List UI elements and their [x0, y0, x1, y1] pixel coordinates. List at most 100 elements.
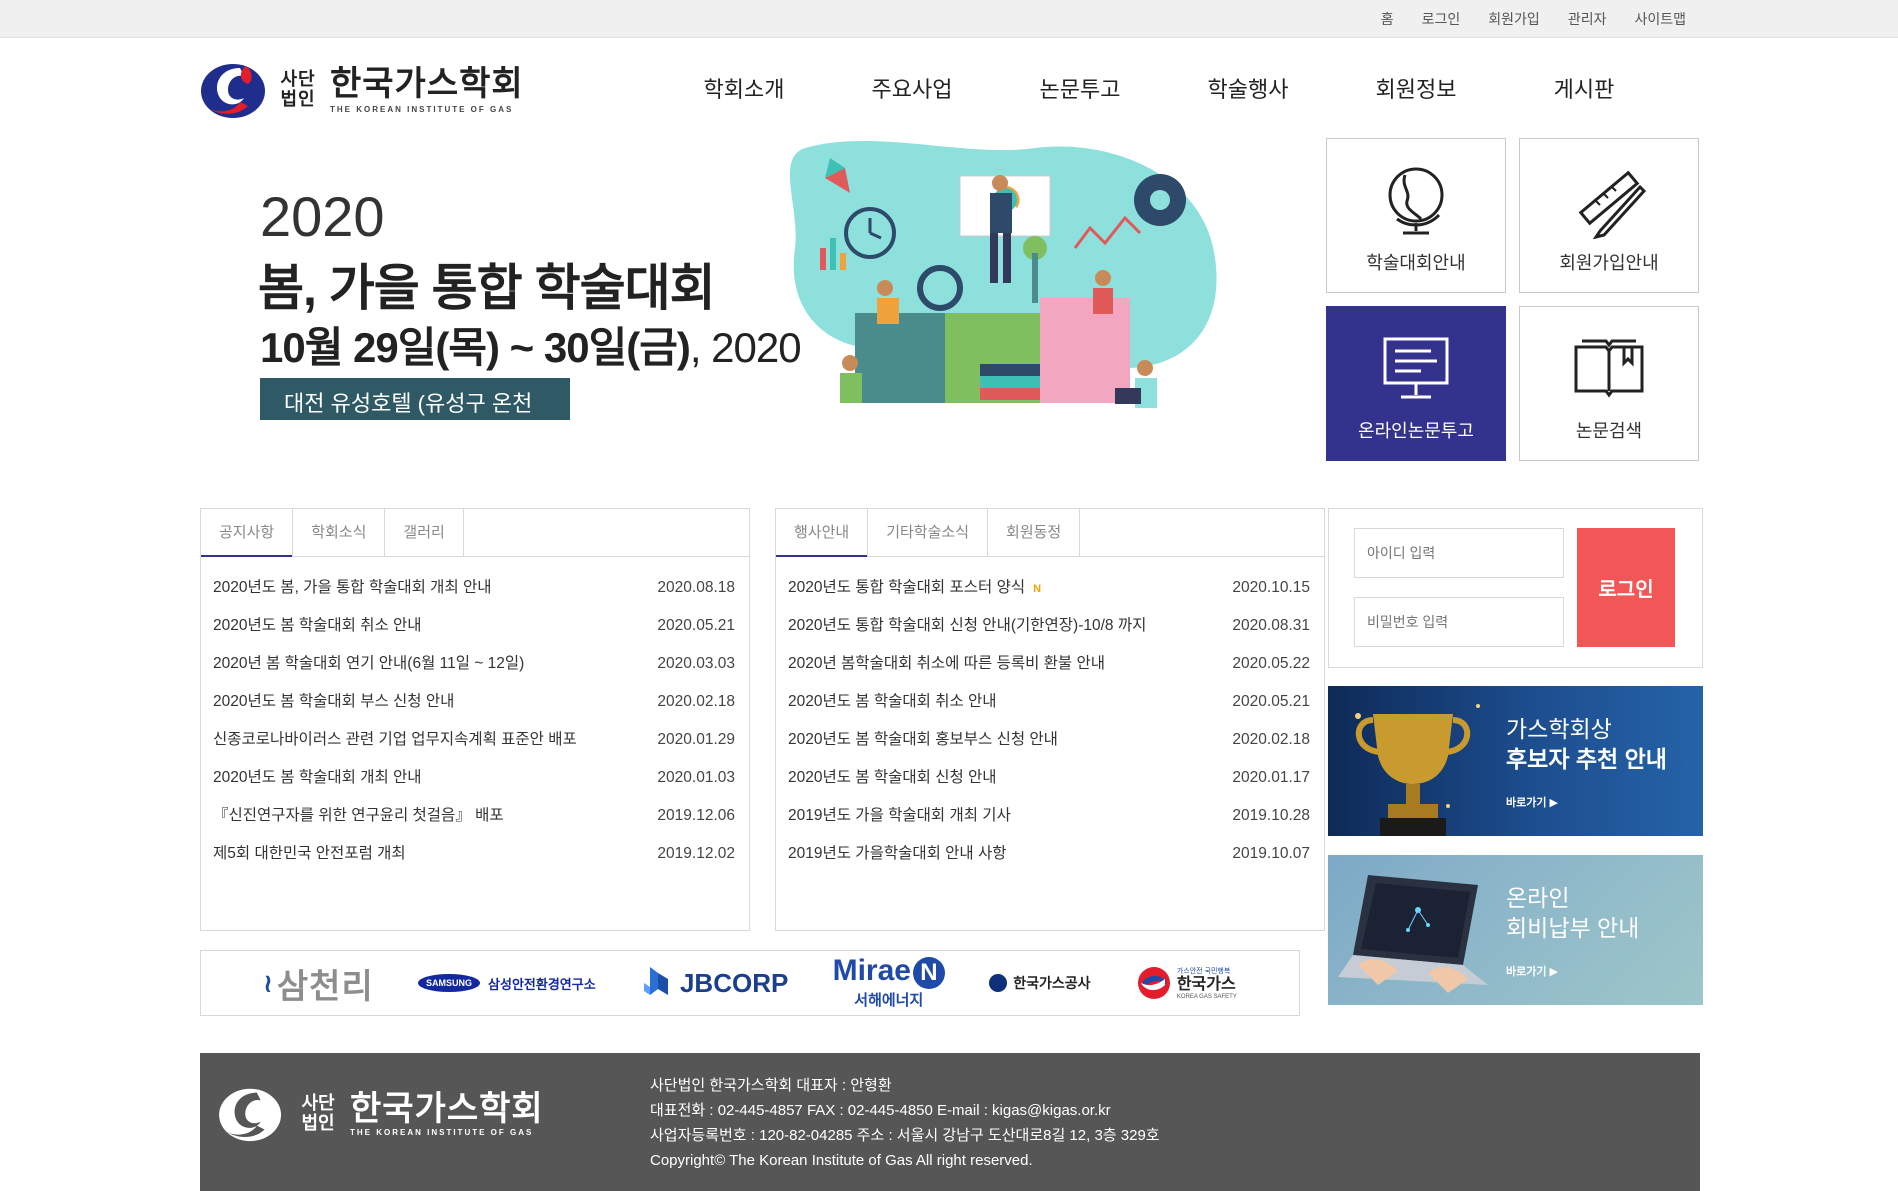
nav-business[interactable]: 주요사업: [828, 72, 996, 104]
list-item[interactable]: 2020년 봄학술대회 취소에 따른 등록비 환불 안내 2020.05.22: [788, 645, 1310, 683]
list-item[interactable]: 2020년도 통합 학술대회 신청 안내(기한연장)-10/8 까지 2020.0…: [788, 607, 1310, 645]
hero-banner[interactable]: 2020 봄, 가을 통합 학술대회 10월 29일(목) ~ 30일(금), …: [200, 138, 1230, 468]
tab-gallery[interactable]: 갤러리: [385, 509, 464, 556]
partner-kogas[interactable]: 한국가스공사: [989, 973, 1091, 993]
item-title: 2020년도 봄, 가을 통합 학술대회 개최 안내: [213, 579, 492, 596]
tab-notice[interactable]: 공지사항: [201, 509, 294, 557]
quick-online-submission[interactable]: 온라인논문투고: [1326, 306, 1506, 461]
new-badge: N: [1033, 583, 1042, 595]
site-logo[interactable]: 사단 법인 한국가스학회 THE KOREAN INSTITUTE OF GAS: [200, 58, 524, 120]
nav-paper[interactable]: 논문투고: [996, 72, 1164, 104]
event-board: 행사안내 기타학술소식 회원동정 2020년도 통합 학술대회 포스터 양식 N 2…: [775, 508, 1325, 931]
list-item[interactable]: 2020년 봄 학술대회 연기 안내(6월 11일 ~ 12일) 2020.03.…: [213, 645, 735, 683]
top-utility-bar: 홈 로그인 회원가입 관리자 사이트맵: [0, 0, 1898, 38]
sitemap-link[interactable]: 사이트맵: [1634, 9, 1686, 29]
quick-join-label: 회원가입안내: [1559, 253, 1659, 273]
list-item[interactable]: 『신진연구자를 위한 연구윤리 첫걸음』 배포 2019.12.06: [213, 797, 735, 835]
list-item[interactable]: 2020년도 봄 학술대회 취소 안내 2020.05.21: [213, 607, 735, 645]
fee-banner[interactable]: 온라인 회비납부 안내 바로가기 ▶: [1328, 855, 1703, 1005]
award-banner[interactable]: 가스학회상 후보자 추천 안내 바로가기 ▶: [1328, 686, 1703, 836]
list-item[interactable]: 2019년도 가을 학술대회 개최 기사 2019.10.28: [788, 797, 1310, 835]
list-item[interactable]: 2020년도 봄 학술대회 부스 신청 안내 2020.02.18: [213, 683, 735, 721]
item-title: 2020년도 봄 학술대회 부스 신청 안내: [213, 693, 455, 710]
list-item[interactable]: 2020년도 봄, 가을 통합 학술대회 개최 안내 2020.08.18: [213, 569, 735, 607]
kgs-sub: KOREA GAS SAFETY: [1176, 994, 1237, 1000]
quick-conference-label: 학술대회안내: [1366, 253, 1466, 273]
hero-title: 봄, 가을 통합 학술대회: [258, 260, 716, 316]
footer-line-contact: 대표전화 : 02-445-4857 FAX : 02-445-4850 E-m…: [650, 1102, 1111, 1119]
partner-logos: ≀ 삼천리 SAMSUNG 삼성안전환경연구소 JBCORP Mirae N 서해…: [200, 950, 1300, 1016]
login-button[interactable]: 로그인: [1577, 528, 1675, 647]
nav-member[interactable]: 회원정보: [1332, 72, 1500, 104]
tab-member-news[interactable]: 회원동정: [988, 509, 1081, 556]
password-input[interactable]: [1354, 597, 1564, 647]
footer-logo-sub: THE KOREAN INSTITUTE OF GAS: [350, 1127, 534, 1137]
list-item[interactable]: 제5회 대한민국 안전포럼 개최 2019.12.02: [213, 835, 735, 873]
samchully-wave-icon: ≀: [263, 967, 273, 998]
item-date: 2020.02.18: [1232, 731, 1310, 748]
list-item[interactable]: 2020년도 봄 학술대회 취소 안내 2020.05.21: [788, 683, 1310, 721]
conference-illustration: [789, 140, 1217, 408]
laptop-icon: [1338, 875, 1488, 993]
partner-jbcorp[interactable]: JBCORP: [640, 965, 788, 1001]
utility-links: 홈 로그인 회원가입 관리자 사이트맵: [1353, 0, 1686, 38]
list-item[interactable]: 2020년도 봄 학술대회 홍보부스 신청 안내 2020.02.18: [788, 721, 1310, 759]
footer-logo-name: 한국가스학회: [350, 1089, 544, 1128]
item-date: 2020.03.03: [657, 655, 735, 672]
nav-events[interactable]: 학술행사: [1164, 72, 1332, 104]
award-banner-more: 바로가기 ▶: [1506, 797, 1558, 809]
jbcorp-name: JBCORP: [679, 967, 789, 998]
item-date: 2020.01.03: [657, 769, 735, 786]
notice-list: 2020년도 봄, 가을 통합 학술대회 개최 안내 2020.08.18 202…: [201, 557, 749, 873]
mirae-logo: Mirae N: [833, 956, 945, 989]
list-item[interactable]: 2020년도 통합 학술대회 포스터 양식 N 2020.10.15: [788, 569, 1310, 607]
admin-link[interactable]: 관리자: [1568, 9, 1607, 29]
nav-board[interactable]: 게시판: [1500, 72, 1668, 104]
hero-year: 2020: [260, 185, 385, 248]
event-tabs: 행사안내 기타학술소식 회원동정: [776, 509, 1324, 557]
jbcorp-mark-icon: [643, 967, 668, 995]
mirae-n-icon: N: [912, 957, 945, 989]
kgs-text: 가스안전 국민행복 한국가스 KOREA GAS SAFETY: [1177, 966, 1237, 1000]
partner-mirae[interactable]: Mirae N 서해에너지: [833, 956, 945, 1010]
tab-events[interactable]: 행사안내: [776, 509, 869, 557]
item-date: 2020.08.31: [1232, 617, 1310, 634]
home-link[interactable]: 홈: [1381, 9, 1394, 29]
quick-paper-search[interactable]: 논문검색: [1519, 306, 1699, 461]
list-item[interactable]: 신종코로나바이러스 관련 기업 업무지속계획 표준안 배포 2020.01.29: [213, 721, 735, 759]
list-item[interactable]: 2019년도 가을학술대회 안내 사항 2019.10.07: [788, 835, 1310, 873]
list-item[interactable]: 2020년도 봄 학술대회 신청 안내 2020.01.17: [788, 759, 1310, 797]
item-date: 2020.05.22: [1232, 655, 1310, 672]
partner-samchully[interactable]: ≀ 삼천리: [263, 959, 374, 1008]
item-date: 2019.12.02: [657, 845, 735, 862]
item-title: 『신진연구자를 위한 연구윤리 첫걸음』 배포: [213, 807, 504, 824]
award-banner-line2: 후보자 추천 안내: [1506, 746, 1667, 772]
footer-corp-label: 사단 법인: [301, 1093, 335, 1133]
quick-join-info[interactable]: 회원가입안내: [1519, 138, 1699, 293]
open-book-icon: [1574, 339, 1644, 398]
hero-venue: 대전 유성호텔 (유성구 온천로 9): [260, 378, 570, 448]
item-title: 2020년 봄학술대회 취소에 따른 등록비 환불 안내: [788, 655, 1106, 672]
item-date: 2020.02.18: [657, 693, 735, 710]
footer-logo: 사단 법인 한국가스학회 THE KOREAN INSTITUTE OF GAS: [218, 1083, 544, 1143]
quick-conference-info[interactable]: 학술대회안내: [1326, 138, 1506, 293]
tab-news[interactable]: 학회소식: [293, 509, 386, 556]
ruler-pen-icon: [1578, 170, 1647, 239]
item-date: 2019.12.06: [657, 807, 735, 824]
item-title-wrap: 2020년도 통합 학술대회 포스터 양식 N: [788, 569, 1041, 607]
kgs-mark-icon: [1137, 967, 1170, 999]
login-link[interactable]: 로그인: [1422, 9, 1461, 29]
footer-info: 사단법인 한국가스학회 대표자 : 안형환 대표전화 : 02-445-4857…: [650, 1073, 1160, 1173]
footer-line-copyright: Copyright© The Korean Institute of Gas A…: [650, 1152, 1033, 1169]
item-date: 2020.08.18: [657, 579, 735, 596]
globe-icon: [1388, 167, 1444, 235]
footer-line-address: 사업자등록번호 : 120-82-04285 주소 : 서울시 강남구 도산대로…: [650, 1127, 1160, 1144]
partner-samsung[interactable]: SAMSUNG 삼성안전환경연구소: [418, 974, 596, 993]
partner-kgs[interactable]: 가스안전 국민행복 한국가스 KOREA GAS SAFETY: [1135, 965, 1237, 1001]
nav-about[interactable]: 학회소개: [660, 72, 828, 104]
list-item[interactable]: 2020년도 봄 학술대회 개최 안내 2020.01.03: [213, 759, 735, 797]
id-input[interactable]: [1354, 528, 1564, 578]
join-link[interactable]: 회원가입: [1488, 9, 1540, 29]
kogas-mark-icon: [989, 974, 1008, 992]
tab-academic-news[interactable]: 기타학술소식: [868, 509, 989, 556]
